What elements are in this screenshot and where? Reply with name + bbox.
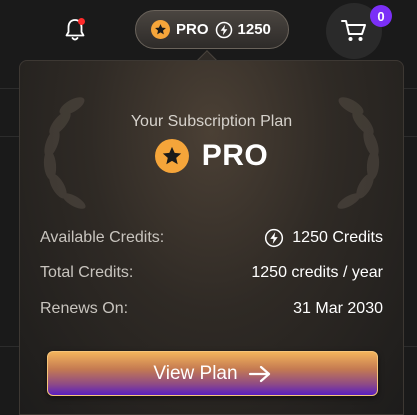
credits-count: 1250	[237, 21, 271, 38]
detail-label: Available Credits:	[40, 229, 165, 246]
background-divider	[0, 136, 20, 137]
plan-badge-label: PRO	[176, 21, 209, 38]
notification-dot	[78, 18, 85, 25]
star-icon	[154, 139, 189, 173]
view-plan-button[interactable]: View Plan	[47, 351, 378, 396]
background-divider	[0, 346, 20, 347]
plan-name-row: PRO	[20, 139, 403, 173]
arrow-right-icon	[248, 365, 270, 382]
cart-icon	[341, 20, 366, 41]
notification-bell-button[interactable]	[62, 17, 88, 43]
detail-label: Renews On:	[40, 300, 129, 317]
bolt-icon	[215, 21, 232, 38]
detail-label: Total Credits:	[40, 264, 134, 281]
view-plan-label: View Plan	[153, 362, 238, 384]
total-credits-value: 1250 credits / year	[251, 264, 383, 281]
subscription-dropdown: Your Subscription Plan PRO Available Cre…	[19, 60, 404, 415]
subscription-pill-button[interactable]: PRO 1250	[135, 10, 289, 49]
plan-name: PRO	[201, 139, 269, 172]
cart-count-badge: 0	[370, 5, 392, 27]
renews-on-value: 31 Mar 2030	[293, 300, 383, 317]
star-icon	[151, 20, 170, 39]
available-credits-value: 1250 Credits	[292, 229, 383, 246]
detail-value: 1250 Credits	[264, 228, 383, 248]
bolt-icon	[265, 228, 284, 248]
background-divider	[0, 88, 20, 89]
plan-heading: Your Subscription Plan	[130, 113, 293, 130]
total-credits-row: Total Credits: 1250 credits / year	[40, 262, 383, 284]
renews-on-row: Renews On: 31 Mar 2030	[40, 298, 383, 320]
available-credits-row: Available Credits: 1250 Credits	[40, 227, 383, 249]
